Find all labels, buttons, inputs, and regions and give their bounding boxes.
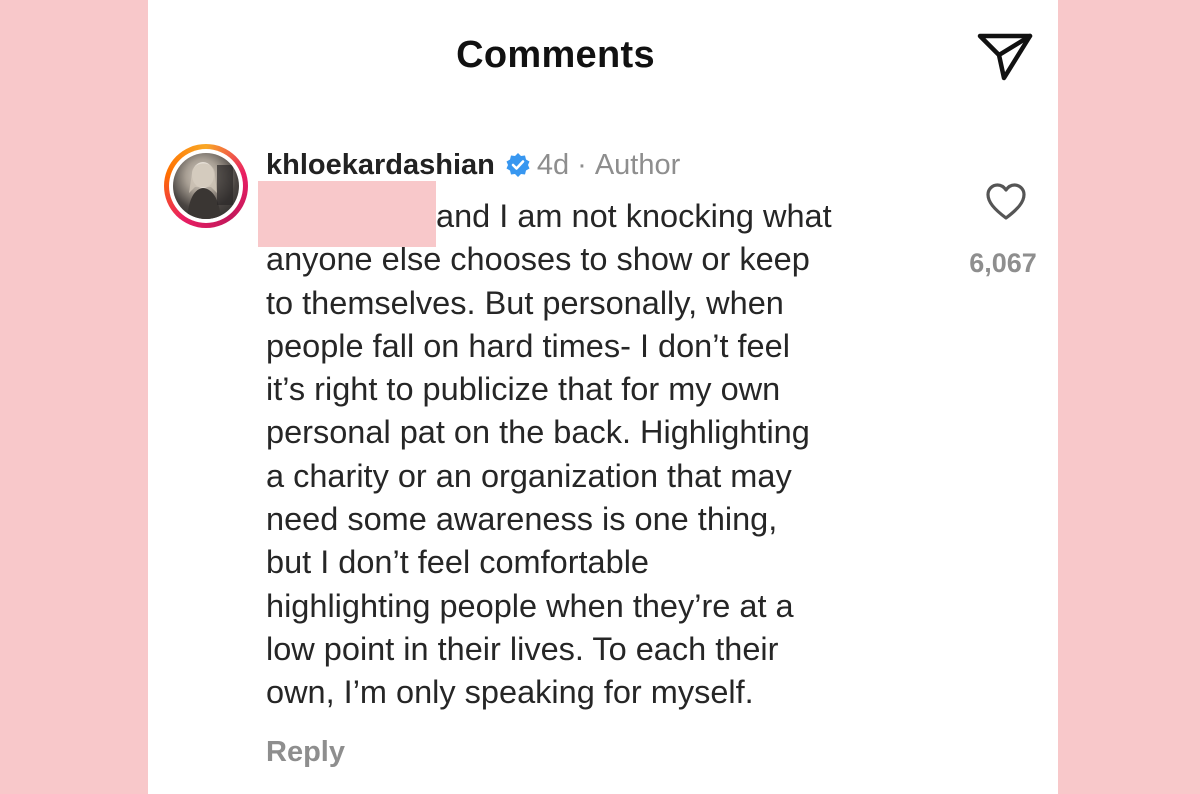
comment-line: a charity or an organization that may	[266, 457, 792, 494]
like-button[interactable]	[984, 180, 1028, 224]
like-count: 6,067	[969, 248, 1037, 278]
comment-line: people fall on hard times- I don’t feel	[266, 327, 790, 364]
comment-line: highlighting people when they’re at a	[266, 587, 794, 624]
comment-text: and I am not knocking what anyone else c…	[266, 195, 966, 715]
meta-separator: ·	[577, 148, 587, 181]
avatar-figure	[187, 162, 233, 219]
heart-outline-icon	[986, 183, 1026, 220]
author-badge: Author	[594, 148, 681, 181]
comment-line: to themselves. But personally, when	[266, 284, 784, 321]
page-title: Comments	[456, 34, 655, 76]
page-background: Comments khloekardashian 4d · Author and…	[0, 0, 1200, 794]
comment-line: but I don’t feel comfortable	[266, 544, 650, 581]
redaction-block	[258, 181, 436, 247]
share-button[interactable]	[976, 28, 1034, 84]
verified-badge-icon	[505, 152, 531, 178]
reply-button[interactable]: Reply	[266, 736, 345, 769]
avatar[interactable]	[164, 144, 248, 228]
username[interactable]: khloekardashian	[266, 149, 495, 182]
comment-line: need some awareness is one thing,	[266, 501, 778, 538]
avatar-photo	[173, 153, 239, 219]
comment-line: it’s right to publicize that for my own	[266, 371, 781, 408]
comments-panel: Comments khloekardashian 4d · Author and…	[148, 0, 1058, 794]
comment-time: 4d	[536, 148, 570, 181]
comment-line: low point in their lives. To each their	[266, 630, 779, 667]
comment-meta: khloekardashian 4d · Author	[266, 146, 680, 184]
paper-plane-icon	[977, 33, 1033, 81]
comment-line: personal pat on the back. Highlighting	[266, 414, 810, 451]
comment-line: own, I’m only speaking for myself.	[266, 674, 754, 711]
